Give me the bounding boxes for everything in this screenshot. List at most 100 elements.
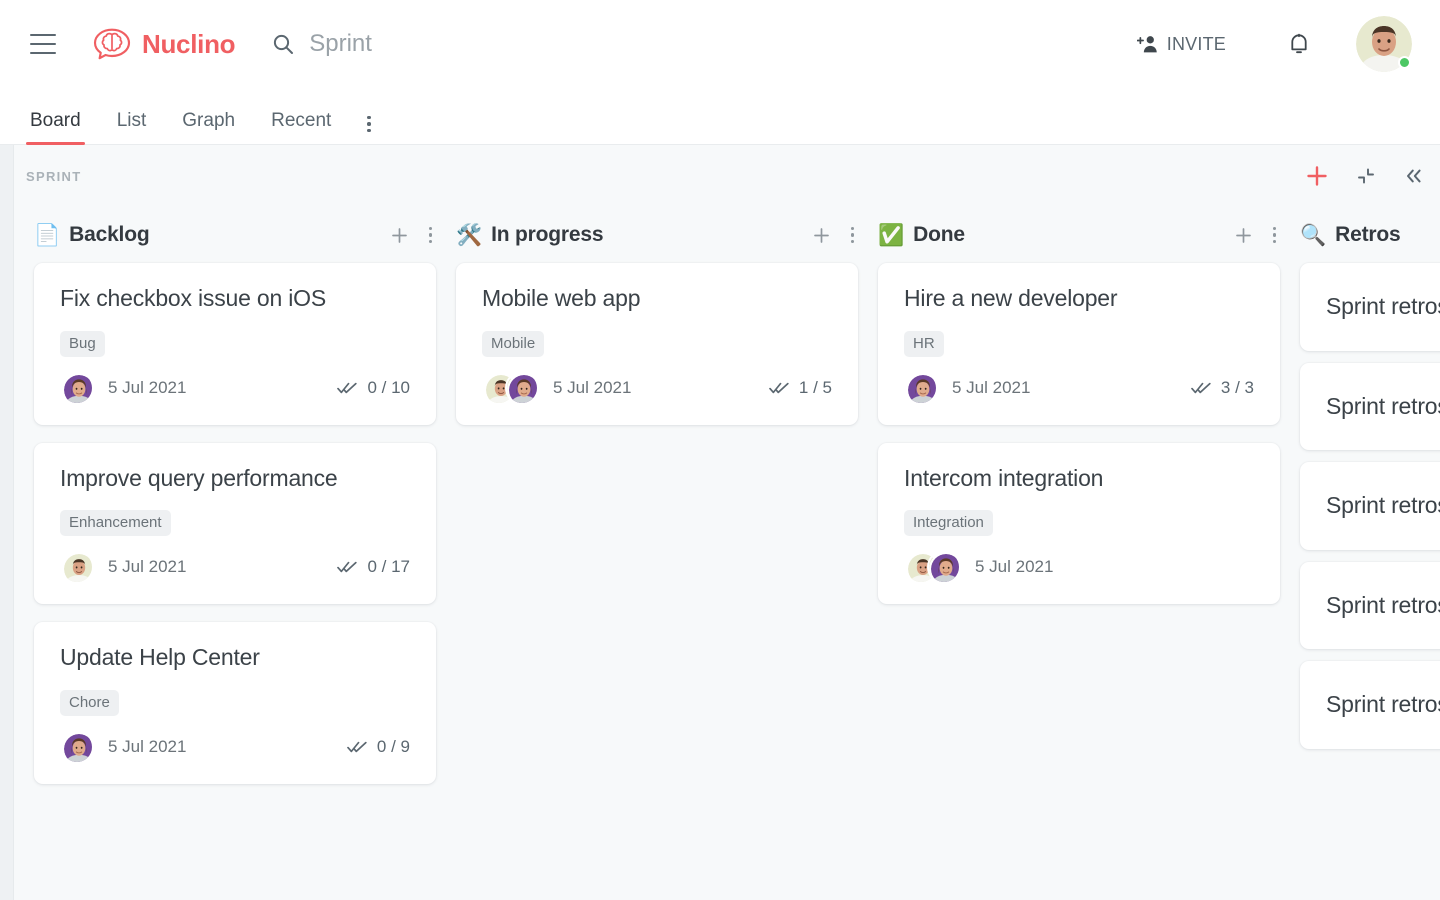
- board-card[interactable]: Improve query performance Enhancement 5 …: [34, 442, 436, 605]
- card-title: Sprint retrospective: [1326, 392, 1440, 419]
- card-tags: Bug: [60, 330, 410, 357]
- board-content: SPRINT 📄 Backlog Fix checkbox issue on i…: [14, 145, 1440, 900]
- board-area: SPRINT 📄 Backlog Fix checkbox issue on i…: [0, 145, 1440, 900]
- card-title: Mobile web app: [482, 285, 641, 311]
- avatar: [60, 370, 94, 405]
- card-avatars: [482, 370, 539, 405]
- brand-name: Nuclino: [142, 28, 236, 59]
- invite-label: INVITE: [1166, 33, 1226, 54]
- tab-graph[interactable]: Graph: [182, 110, 235, 144]
- column-header: 🛠️ In progress: [446, 207, 868, 263]
- double-check-icon: [347, 740, 367, 754]
- collapse-sidebar-button[interactable]: [1404, 167, 1424, 185]
- collapse-corners-icon: [1356, 166, 1376, 186]
- notifications-button[interactable]: [1282, 26, 1316, 62]
- tabs-more-menu[interactable]: [367, 115, 371, 145]
- card-tag[interactable]: Bug: [60, 330, 105, 357]
- card-tags: Integration: [904, 510, 1254, 537]
- card-task-count: 0 / 17: [337, 557, 410, 577]
- card-task-count: 0 / 10: [337, 378, 410, 398]
- board-card[interactable]: Sprint retrospective: [1300, 462, 1440, 550]
- column-title: Retros: [1335, 223, 1401, 246]
- collapsed-sidebar-rail[interactable]: [0, 145, 14, 900]
- card-task-count: 3 / 3: [1191, 378, 1254, 398]
- card-date: 5 Jul 2021: [108, 557, 187, 577]
- card-title: Hire a new developer: [904, 285, 1118, 311]
- add-card-button[interactable]: [391, 227, 408, 244]
- add-card-button[interactable]: [1235, 227, 1252, 244]
- column-menu-button[interactable]: [428, 226, 432, 244]
- column-in-progress: 🛠️ In progress Mobile web app Mobile 5 J…: [446, 207, 868, 900]
- column-menu-button[interactable]: [1272, 226, 1276, 244]
- card-avatars: [904, 550, 961, 585]
- hamburger-menu-icon[interactable]: [30, 34, 56, 54]
- double-check-icon: [769, 381, 789, 395]
- board-card[interactable]: Sprint retrospective: [1300, 661, 1440, 749]
- card-title: Improve query performance: [60, 464, 338, 491]
- card-tags: Chore: [60, 689, 410, 716]
- person-add-icon: [1136, 34, 1159, 54]
- search-value: Sprint: [309, 30, 372, 57]
- avatar: [904, 370, 938, 405]
- card-tag[interactable]: Integration: [904, 510, 993, 537]
- card-tags: Mobile: [482, 330, 832, 357]
- page-facing-up-emoji: 📄: [34, 223, 61, 247]
- card-title: Sprint retrospective: [1326, 591, 1440, 618]
- tab-board[interactable]: Board: [26, 110, 85, 145]
- search-icon: [271, 32, 295, 56]
- card-tags: HR: [904, 330, 1254, 357]
- card-tag[interactable]: Chore: [60, 689, 119, 716]
- view-tabs: Board List Graph Recent: [0, 88, 1440, 145]
- task-count-label: 3 / 3: [1220, 377, 1254, 397]
- column-actions: [1235, 226, 1276, 244]
- column-done: ✅ Done Hire a new developer HR 5 Jul 202…: [868, 207, 1290, 900]
- check-mark-button-emoji: ✅: [878, 223, 905, 247]
- tab-list[interactable]: List: [117, 110, 147, 144]
- collapse-view-button[interactable]: [1356, 166, 1376, 186]
- card-date: 5 Jul 2021: [108, 736, 187, 756]
- double-chevron-left-icon: [1404, 167, 1424, 185]
- board-card[interactable]: Mobile web app Mobile 5 Jul 2021 1 / 5: [456, 263, 858, 425]
- card-title: Fix checkbox issue on iOS: [60, 285, 327, 311]
- column-retros: 🔍 Retros Sprint retrospective Sprint ret…: [1290, 207, 1440, 900]
- card-tag[interactable]: HR: [904, 330, 944, 357]
- card-tag[interactable]: Mobile: [482, 330, 545, 357]
- board-header: SPRINT: [14, 145, 1440, 207]
- card-date: 5 Jul 2021: [108, 377, 187, 397]
- search-input[interactable]: Sprint: [271, 30, 372, 58]
- card-footer: 5 Jul 2021 1 / 5: [482, 370, 832, 405]
- tab-recent[interactable]: Recent: [271, 110, 331, 144]
- board-card[interactable]: Hire a new developer HR 5 Jul 2021 3 / 3: [878, 263, 1280, 425]
- bell-icon: [1288, 32, 1310, 56]
- column-title: Backlog: [69, 223, 150, 246]
- page-title: SPRINT: [26, 168, 82, 184]
- card-date: 5 Jul 2021: [553, 377, 632, 397]
- board-card[interactable]: Intercom integration Integration 5 Jul 2…: [878, 442, 1280, 605]
- column-actions: [391, 226, 432, 244]
- card-footer: 5 Jul 2021 3 / 3: [904, 370, 1254, 405]
- add-item-button[interactable]: [1306, 165, 1328, 187]
- avatar: [60, 550, 94, 585]
- task-count-label: 0 / 9: [376, 736, 410, 756]
- column-title: In progress: [491, 223, 604, 246]
- column-menu-button[interactable]: [850, 226, 854, 244]
- status-badge: [1398, 56, 1411, 69]
- brand-logo[interactable]: Nuclino: [92, 27, 236, 61]
- board-card[interactable]: Sprint retrospective: [1300, 561, 1440, 650]
- user-avatar[interactable]: [1356, 16, 1412, 72]
- brain-bubble-logo-icon: [92, 27, 132, 61]
- add-card-button[interactable]: [813, 227, 830, 244]
- card-tag[interactable]: Enhancement: [60, 510, 171, 537]
- invite-button[interactable]: INVITE: [1127, 28, 1236, 61]
- board-card[interactable]: Fix checkbox issue on iOS Bug 5 Jul 2021…: [34, 263, 436, 425]
- card-footer: 5 Jul 2021 0 / 17: [60, 550, 410, 585]
- board-card[interactable]: Update Help Center Chore 5 Jul 2021 0 / …: [34, 622, 436, 784]
- card-tags: Enhancement: [60, 510, 410, 537]
- board-card[interactable]: Sprint retrospective: [1300, 263, 1440, 351]
- magnifying-glass-emoji: 🔍: [1300, 223, 1327, 247]
- top-bar: Nuclino Sprint INVITE: [0, 0, 1440, 88]
- card-footer: 5 Jul 2021 0 / 10: [60, 370, 410, 405]
- board-card[interactable]: Sprint retrospective: [1300, 362, 1440, 451]
- card-title: Sprint retrospective: [1326, 492, 1440, 519]
- column-cards: Hire a new developer HR 5 Jul 2021 3 / 3…: [868, 263, 1290, 605]
